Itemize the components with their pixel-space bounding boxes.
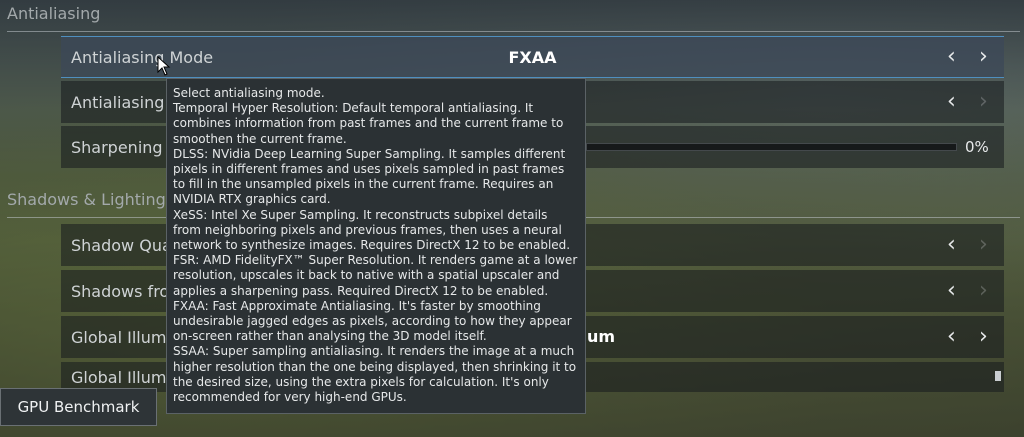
section-rule-antialiasing [7, 31, 1020, 32]
global-illumination-value: um [587, 327, 616, 346]
global-illumination-2-label: Global Illum [71, 368, 167, 387]
sharpening-label: Sharpening [71, 137, 163, 157]
next-arrow-icon: › [979, 89, 988, 114]
slider-thumb[interactable] [995, 371, 1001, 381]
next-arrow-icon: › [979, 232, 988, 257]
next-arrow-icon[interactable]: › [979, 46, 988, 68]
section-shadows-lighting: Shadows & Lighting [7, 190, 166, 209]
section-antialiasing: Antialiasing [7, 4, 101, 23]
shadows-from-label: Shadows fro [71, 281, 170, 301]
row-antialiasing-mode[interactable]: Antialiasing Mode FXAA ‹ › [61, 36, 1004, 78]
prev-arrow-icon[interactable]: ‹ [947, 234, 956, 256]
gpu-benchmark-button[interactable]: GPU Benchmark [0, 388, 157, 426]
sharpening-slider[interactable] [586, 143, 957, 151]
sharpening-value: 0% [965, 138, 989, 156]
mouse-cursor-icon [157, 56, 171, 76]
shadow-quality-label: Shadow Qua [71, 235, 172, 255]
prev-arrow-icon[interactable]: ‹ [947, 91, 956, 113]
prev-arrow-icon[interactable]: ‹ [947, 326, 956, 348]
prev-arrow-icon[interactable]: ‹ [947, 280, 956, 302]
antialiasing-mode-value: FXAA [508, 47, 557, 67]
next-arrow-icon[interactable]: › [979, 326, 988, 348]
prev-arrow-icon[interactable]: ‹ [947, 46, 956, 68]
next-arrow-icon: › [979, 278, 988, 303]
tooltip-antialiasing-mode: Select antialiasing mode. Temporal Hyper… [166, 78, 586, 414]
antialiasing-quality-label: Antialiasing [71, 92, 165, 112]
global-illumination-label: Global Illum [71, 327, 167, 347]
